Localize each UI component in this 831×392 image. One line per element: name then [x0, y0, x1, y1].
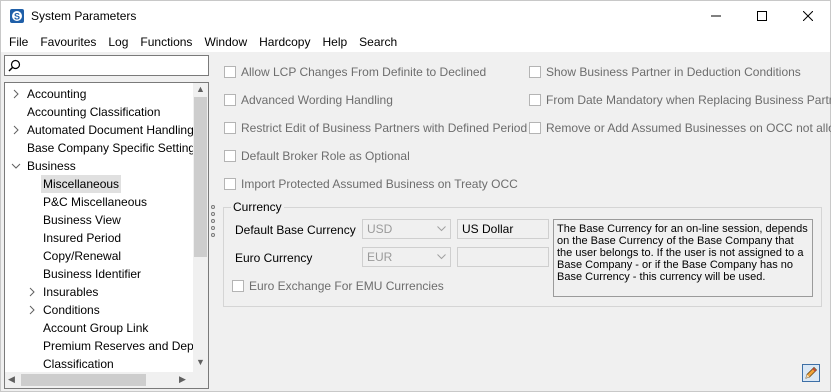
maximize-button[interactable]: [739, 1, 785, 31]
chevron-right-icon[interactable]: [27, 287, 37, 297]
chevron-right-icon[interactable]: [11, 125, 21, 135]
maximize-icon: [757, 11, 767, 21]
svg-text:S: S: [14, 12, 20, 22]
scroll-right-icon[interactable]: ▶: [179, 374, 186, 385]
default-base-currency-label: Default Base Currency: [235, 223, 356, 237]
checkbox-euro-exchange-emu[interactable]: Euro Exchange For EMU Currencies: [232, 278, 444, 294]
menu-hardcopy[interactable]: Hardcopy: [253, 32, 316, 52]
select-value: EUR: [367, 250, 393, 264]
checkbox-label: Default Broker Role as Optional: [241, 149, 410, 163]
euro-currency-select[interactable]: EUR: [362, 247, 451, 267]
tree-item-label: Accounting: [27, 87, 87, 101]
minimize-button[interactable]: [693, 1, 739, 31]
checkbox-box[interactable]: [224, 122, 236, 134]
checkbox-from-date-mandatory[interactable]: From Date Mandatory when Replacing Busin…: [529, 92, 831, 108]
tree-item-label: Insurables: [43, 285, 99, 299]
scroll-down-icon[interactable]: ▼: [196, 357, 205, 367]
splitter-grip[interactable]: [210, 203, 216, 243]
euro-currency-name-field: [457, 247, 549, 267]
checkbox-label: Import Protected Assumed Business on Tre…: [241, 177, 518, 191]
scrollbar-thumb[interactable]: [21, 374, 146, 386]
default-base-currency-select[interactable]: USD: [362, 219, 451, 239]
menu-log[interactable]: Log: [102, 32, 134, 52]
checkbox-label: Restrict Edit of Business Partners with …: [241, 121, 528, 135]
tree-horizontal-scrollbar[interactable]: ◀ ▶: [5, 372, 208, 388]
checkbox-advanced-wording-handling[interactable]: Advanced Wording Handling: [224, 92, 393, 108]
menu-favourites[interactable]: Favourites: [34, 32, 102, 52]
checkbox-box[interactable]: [224, 150, 236, 162]
checkbox-restrict-edit-business-partners[interactable]: Restrict Edit of Business Partners with …: [224, 120, 527, 136]
euro-currency-label: Euro Currency: [235, 251, 313, 265]
tree-item-label: Account Group Link: [43, 321, 149, 335]
scrollbar-thumb[interactable]: [194, 97, 207, 257]
base-currency-name-field: US Dollar: [457, 219, 549, 239]
checkbox-allow-lcp-changes[interactable]: Allow LCP Changes From Definite to Decli…: [224, 64, 486, 80]
chevron-right-icon[interactable]: [27, 305, 37, 315]
tree-item-label: P&C Miscellaneous: [43, 195, 148, 209]
checkbox-box[interactable]: [224, 66, 236, 78]
chevron-right-icon[interactable]: [11, 89, 21, 99]
navigation-tree: Accounting Accounting Classification Aut…: [4, 82, 209, 389]
menu-bar: File Favourites Log Functions Window Har…: [1, 31, 830, 52]
base-currency-info-text: The Base Currency for an on-line session…: [553, 219, 813, 297]
tree-item-label: Copy/Renewal: [43, 249, 122, 263]
checkbox-box[interactable]: [529, 122, 541, 134]
tree-item-label: Insured Period: [43, 231, 122, 245]
close-button[interactable]: [785, 1, 831, 31]
checkbox-label: Show Business Partner in Deduction Condi…: [546, 65, 801, 79]
checkbox-box[interactable]: [224, 178, 236, 190]
checkbox-remove-add-assumed-businesses[interactable]: Remove or Add Assumed Businesses on OCC …: [529, 120, 831, 136]
currency-group-title: Currency: [231, 200, 284, 214]
checkbox-label: Remove or Add Assumed Businesses on OCC …: [546, 121, 831, 135]
window-title: System Parameters: [31, 9, 137, 23]
close-icon: [803, 11, 813, 21]
checkbox-label: Allow LCP Changes From Definite to Decli…: [241, 65, 487, 79]
title-bar: S System Parameters: [1, 1, 830, 31]
system-parameters-window: S System Parameters File Favourites Log …: [0, 0, 831, 392]
checkbox-box[interactable]: [224, 94, 236, 106]
checkbox-import-protected-assumed-business[interactable]: Import Protected Assumed Business on Tre…: [224, 176, 518, 192]
edit-button[interactable]: [801, 363, 821, 383]
scroll-left-icon[interactable]: ◀: [8, 374, 15, 385]
tree-item-label: Base Company Specific Settings: [27, 141, 202, 155]
chevron-down-icon: [437, 254, 446, 260]
tree-item-label: Conditions: [43, 303, 100, 317]
chevron-down-icon[interactable]: [11, 161, 21, 171]
select-value: USD: [367, 222, 393, 236]
tree-item-label: Premium Reserves and Deposit: [43, 339, 209, 353]
tree-vertical-scrollbar[interactable]: ▲ ▼: [193, 83, 208, 372]
tree-item-label: Business View: [43, 213, 121, 227]
checkbox-box[interactable]: [529, 94, 541, 106]
tree-search-box[interactable]: [4, 55, 209, 76]
tree-item-label: Accounting Classification: [27, 105, 161, 119]
tree-item-label: Business Identifier: [43, 267, 142, 281]
search-icon: [8, 59, 21, 72]
menu-functions[interactable]: Functions: [134, 32, 198, 52]
app-icon: S: [9, 8, 25, 24]
tree-item-label: Miscellaneous: [41, 175, 122, 193]
checkbox-default-broker-role-optional[interactable]: Default Broker Role as Optional: [224, 148, 410, 164]
checkbox-label: Euro Exchange For EMU Currencies: [249, 279, 444, 293]
menu-file[interactable]: File: [3, 32, 34, 52]
minimize-icon: [711, 15, 721, 17]
checkbox-show-business-partner-deduction[interactable]: Show Business Partner in Deduction Condi…: [529, 64, 801, 80]
tree-item-label: Classification: [43, 357, 114, 371]
tree-item-label: Business: [27, 159, 76, 173]
checkbox-box[interactable]: [232, 280, 244, 292]
pencil-icon: [802, 364, 820, 382]
scroll-up-icon[interactable]: ▲: [196, 84, 205, 94]
menu-window[interactable]: Window: [198, 32, 253, 52]
checkbox-label: Advanced Wording Handling: [241, 93, 393, 107]
chevron-down-icon: [437, 226, 446, 232]
menu-help[interactable]: Help: [316, 32, 353, 52]
checkbox-label: From Date Mandatory when Replacing Busin…: [546, 93, 831, 107]
field-value: US Dollar: [462, 222, 514, 236]
search-input[interactable]: [23, 57, 203, 74]
tree-item-label: Automated Document Handling: [27, 123, 194, 137]
menu-search[interactable]: Search: [353, 32, 403, 52]
checkbox-box[interactable]: [529, 66, 541, 78]
